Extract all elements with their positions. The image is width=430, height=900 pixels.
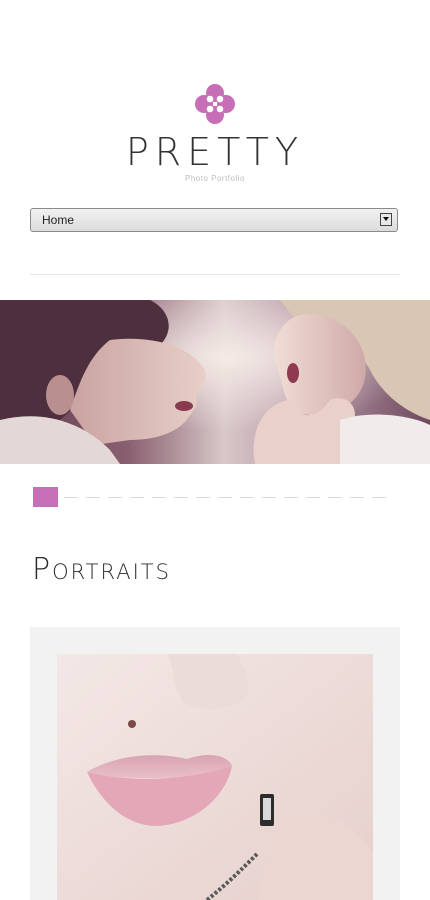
hero-photo: [0, 300, 430, 464]
pager-dot[interactable]: [108, 497, 122, 498]
section-heading: Portraits: [32, 552, 171, 587]
portrait-photo[interactable]: [57, 654, 373, 900]
brand-title: PRETTY: [125, 130, 305, 174]
pager-dot[interactable]: [86, 497, 100, 498]
pager-dot[interactable]: [152, 497, 166, 498]
slider-pager: [33, 487, 397, 507]
pager-dot-active[interactable]: [33, 487, 58, 507]
pager-dot[interactable]: [218, 497, 232, 498]
pager-dot[interactable]: [284, 497, 298, 498]
pager-dot[interactable]: [306, 497, 320, 498]
hero-slider-image[interactable]: [0, 300, 430, 464]
portrait-lips-photo: [57, 654, 373, 900]
brand-subtitle: Photo Portfolio: [185, 174, 245, 183]
pager-dot[interactable]: [350, 497, 364, 498]
pager-dot[interactable]: [372, 497, 386, 498]
pager-dot[interactable]: [130, 497, 144, 498]
pager-dot[interactable]: [174, 497, 188, 498]
page: PRETTY Photo Portfolio Home Portraits: [0, 0, 430, 900]
nav-select-value: Home: [42, 213, 75, 227]
pager-dot[interactable]: [262, 497, 276, 498]
pager-dot[interactable]: [328, 497, 342, 498]
logo[interactable]: PRETTY Photo Portfolio: [0, 80, 430, 183]
pager-dot[interactable]: [64, 497, 78, 498]
chevron-down-icon[interactable]: [380, 213, 392, 226]
divider: [30, 274, 400, 275]
pager-dot[interactable]: [196, 497, 210, 498]
nav-select[interactable]: Home: [30, 208, 398, 232]
quatrefoil-icon: [195, 84, 235, 124]
pager-dot[interactable]: [240, 497, 254, 498]
portfolio-card[interactable]: [30, 627, 400, 900]
